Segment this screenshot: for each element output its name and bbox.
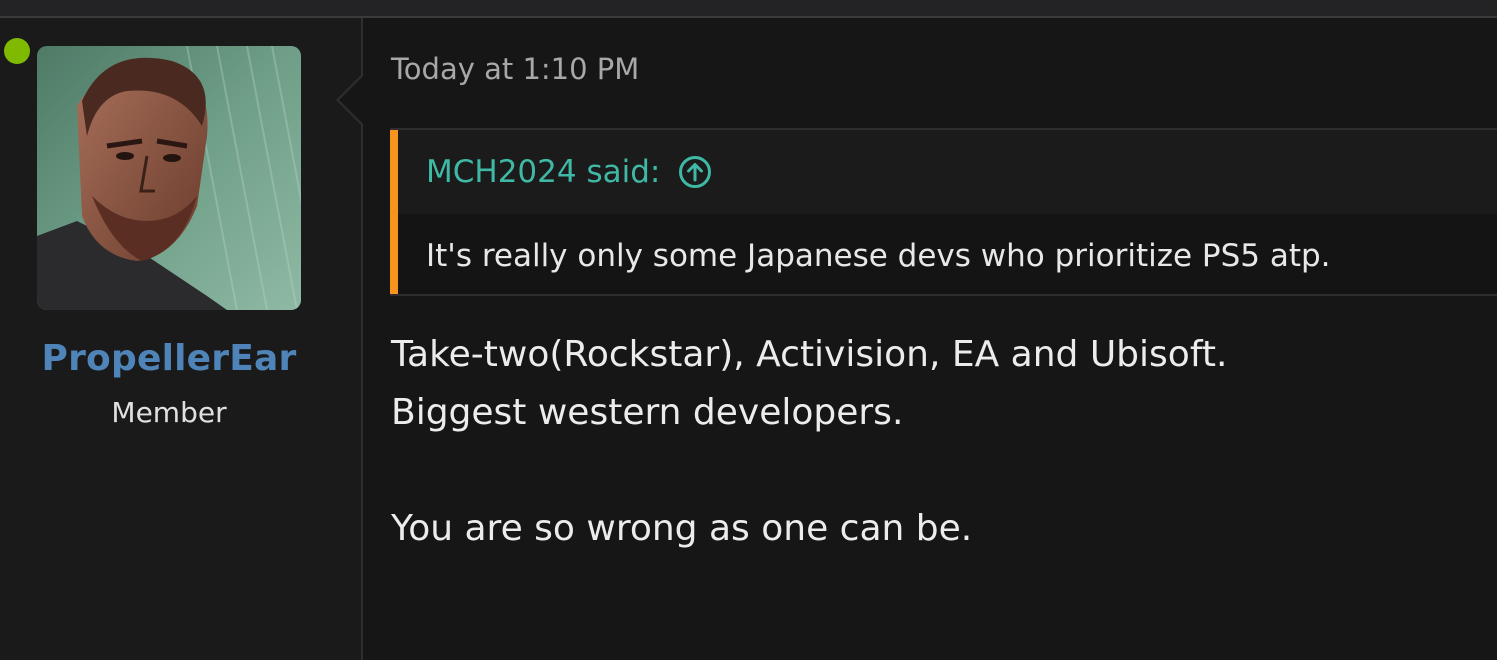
top-bar (0, 0, 1497, 18)
quote-block: MCH2024 said: It's really only some Japa… (390, 128, 1497, 296)
post-line: Take-two(Rockstar), Activision, EA and U… (391, 334, 1228, 375)
avatar[interactable] (37, 46, 301, 310)
post-body: Take-two(Rockstar), Activision, EA and U… (391, 326, 1227, 558)
quote-header: MCH2024 said: (398, 130, 1497, 214)
post-line: Biggest western developers. (391, 392, 904, 433)
quote-text: It's really only some Japanese devs who … (426, 238, 1331, 274)
quote-author-link[interactable]: MCH2024 said: (426, 154, 712, 190)
username-link[interactable]: PropellerEar (0, 338, 338, 379)
post-line: You are so wrong as one can be. (391, 508, 973, 549)
post-date[interactable]: Today at 1:10 PM (391, 52, 639, 86)
message-arrow-fill (339, 76, 363, 124)
quote-accent-bar (390, 130, 398, 294)
quote-author-label: MCH2024 said: (426, 154, 661, 190)
user-title: Member (111, 396, 227, 429)
arrow-up-circle-icon[interactable] (678, 155, 712, 189)
online-status-indicator (4, 38, 30, 64)
avatar-image (37, 46, 301, 310)
